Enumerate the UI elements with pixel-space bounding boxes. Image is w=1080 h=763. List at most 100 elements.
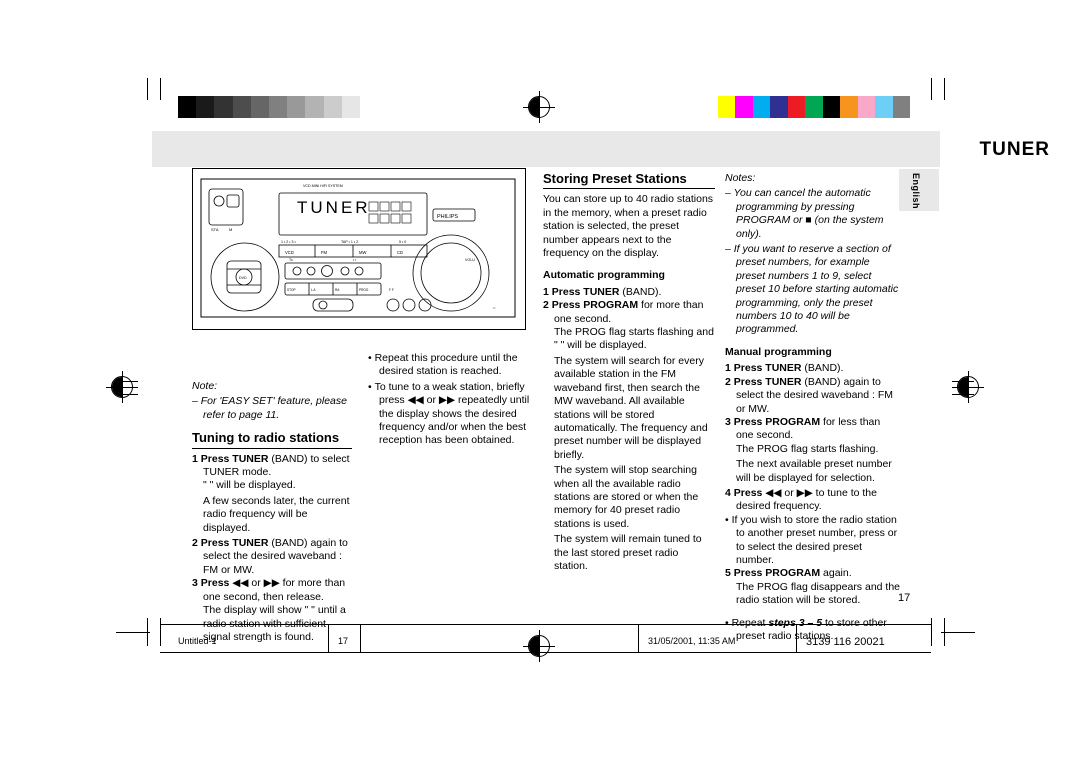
svg-text:DVD: DVD xyxy=(239,276,247,280)
crop-mark-top-left-v xyxy=(147,78,148,100)
svg-text:STOP: STOP xyxy=(287,288,296,292)
greyscale-colorbar xyxy=(178,96,379,118)
svg-text:M: M xyxy=(229,227,232,232)
step-number: 1 xyxy=(543,285,549,298)
step-number: • xyxy=(725,513,729,526)
colorbar-swatch xyxy=(196,96,215,118)
step-number: 3 xyxy=(725,415,731,428)
colorbar-swatch xyxy=(323,96,342,118)
bullet-item: • Repeat this procedure until the desire… xyxy=(368,352,518,378)
colorbar-swatch xyxy=(840,96,858,118)
svg-text:⌂: ⌂ xyxy=(493,305,496,310)
step-number: 2 xyxy=(543,299,549,312)
step-detail: The system will remain tuned to the last… xyxy=(554,533,702,572)
step-item: 1 Press TUNER (BAND) to select TUNER mod… xyxy=(192,453,352,480)
step-lead-bold: Press xyxy=(733,486,763,499)
section-heading-storing: Storing Preset Stations xyxy=(543,172,715,190)
colorbar-swatch xyxy=(287,96,306,118)
svg-text:PROG: PROG xyxy=(359,288,369,292)
step-item: 4 Press ◀◀ or ▶▶ to tune to the desired … xyxy=(725,487,900,514)
footer-rule-bottom xyxy=(160,652,931,653)
colorbar-swatch xyxy=(805,96,823,118)
final-bullet-pre: • Repeat xyxy=(725,616,769,629)
footer-divider-2 xyxy=(360,624,361,652)
step-number: 1 xyxy=(192,452,198,465)
step-number: 5 xyxy=(725,567,731,580)
step-item: • If you wish to store the radio station… xyxy=(725,514,900,568)
colorbar-swatch xyxy=(892,96,910,118)
svg-text:STA: STA xyxy=(211,227,219,232)
page-title: TUNER xyxy=(979,139,1050,160)
svg-text:TAP • 1 • 2: TAP • 1 • 2 xyxy=(341,240,358,244)
registration-mark-bottom xyxy=(523,630,555,662)
footer-rule-top xyxy=(160,624,931,625)
note-item: – You can cancel the automatic programmi… xyxy=(725,187,884,240)
svg-text:VCD: VCD xyxy=(285,250,294,255)
step-item: 3 Press PROGRAM for less than one second… xyxy=(725,416,900,443)
note-label: Note: xyxy=(192,380,218,392)
step-detail: The system will search for every availab… xyxy=(554,354,708,461)
registration-mark-right xyxy=(952,371,984,403)
colorbar-swatch xyxy=(735,96,753,118)
footer-filename: Untitled-1 xyxy=(178,636,217,646)
note-text: – For 'EASY SET' feature, please refer t… xyxy=(192,395,347,421)
step-item: 5 Press PROGRAM again. xyxy=(725,567,900,580)
step-detail: The system will stop searching when all … xyxy=(554,464,699,530)
colorbar-swatch xyxy=(214,96,233,118)
colorbar-swatch xyxy=(341,96,360,118)
svg-text:RA: RA xyxy=(335,288,340,292)
step-detail: The next available preset number will be… xyxy=(736,458,892,484)
svg-text:F F: F F xyxy=(389,288,394,292)
svg-text:• •: • • xyxy=(353,258,357,262)
step-item: 2 Press PROGRAM for more than one second… xyxy=(543,299,715,326)
colorbar-swatch xyxy=(359,96,379,118)
section-heading-tuning: Tuning to radio stations xyxy=(192,431,352,449)
step-lead-bold: Press TUNER xyxy=(200,537,269,550)
step-item: 3 Press ◀◀ or ▶▶ for more than one secon… xyxy=(192,577,352,604)
step-lead-bold: Press TUNER xyxy=(200,452,269,465)
crop-mark-top-right-v xyxy=(931,78,932,100)
footer-doc-code: 3139 116 20021 xyxy=(806,636,885,648)
language-tab: English xyxy=(899,169,939,211)
colorbar-swatch xyxy=(305,96,324,118)
step-number: 1 xyxy=(725,362,731,375)
step-lead-bold: Press xyxy=(200,577,230,590)
crop-mark-top-left-v2 xyxy=(160,78,161,100)
folio-page-number: 17 xyxy=(898,592,911,604)
colorbar-swatch xyxy=(752,96,770,118)
registration-mark-left xyxy=(106,371,138,403)
svg-text:FM: FM xyxy=(321,250,328,255)
footer-page: 17 xyxy=(338,636,349,646)
intro-text: You can store up to 40 radio stations in… xyxy=(543,193,714,260)
step-lead-bold: Press TUNER xyxy=(551,285,620,298)
process-colorbar xyxy=(700,96,910,118)
notes-label: Notes: xyxy=(725,172,756,184)
bullet-text: Repeat this procedure until the desired … xyxy=(374,352,518,378)
step-lead-bold: Press TUNER xyxy=(733,375,802,388)
column-tuning-bullets: • Repeat this procedure until the desire… xyxy=(368,352,533,450)
step-lead-rest: (BAND). xyxy=(619,285,662,298)
column-tuning: Note: – For 'EASY SET' feature, please r… xyxy=(192,380,352,646)
colorbar-swatch xyxy=(787,96,805,118)
subheading-automatic: Automatic programming xyxy=(543,269,665,282)
svg-text:5 • 0: 5 • 0 xyxy=(399,240,406,244)
colorbar-swatch xyxy=(857,96,875,118)
footer-divider-3 xyxy=(638,624,639,652)
step-lead-bold: Press TUNER xyxy=(733,362,802,375)
product-illustration: STA M VCD MINI HIFI SYSTEM TUNER PHILIPS… xyxy=(192,168,526,330)
svg-text:PHILIPS: PHILIPS xyxy=(437,214,458,220)
footer-divider-1 xyxy=(328,624,329,652)
step-detail: The PROG flag starts flashing and " " wi… xyxy=(554,326,714,352)
svg-text:MW: MW xyxy=(359,250,366,255)
step-lead-bold: Press PROGRAM xyxy=(551,299,639,312)
step-lead-bold: Press PROGRAM xyxy=(733,415,821,428)
step-number: 2 xyxy=(192,537,198,550)
step-item: 2 Press TUNER (BAND) again to select the… xyxy=(725,376,900,416)
bullet-text: To tune to a weak station, briefly press… xyxy=(374,380,530,447)
step-lead-rest: If you wish to store the radio station t… xyxy=(731,513,898,566)
svg-text:CD: CD xyxy=(397,250,403,255)
svg-text:1 • 2 • 3 •: 1 • 2 • 3 • xyxy=(281,240,297,244)
colorbar-swatch xyxy=(178,96,197,118)
colorbar-swatch xyxy=(822,96,840,118)
crop-mark-top-right-v2 xyxy=(944,78,945,100)
